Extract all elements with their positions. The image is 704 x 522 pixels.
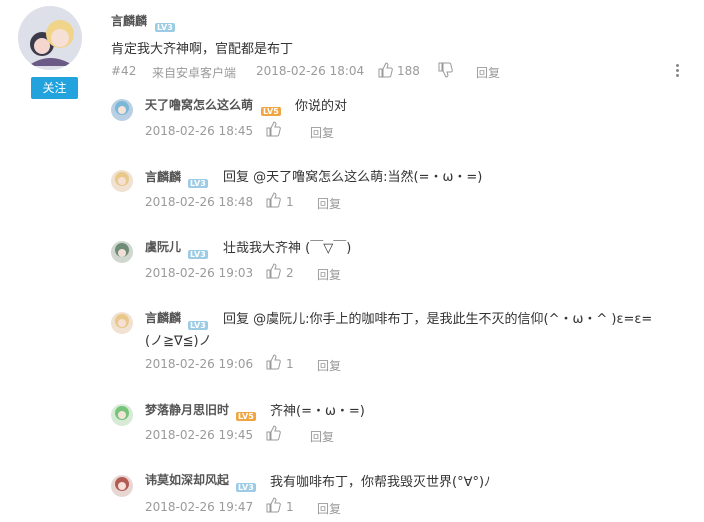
reply-content: 壮哉我大齐神 (￣▽￣) (223, 241, 352, 256)
reply-like-count: 2 (286, 266, 294, 280)
like-icon[interactable] (377, 62, 393, 78)
reply-content: 你说的对 (295, 99, 348, 114)
post-reply-button[interactable]: 回复 (476, 64, 500, 81)
reply-button[interactable]: 回复 (317, 195, 341, 212)
like-icon[interactable] (265, 121, 281, 137)
reply-level-badge: LV3 (188, 250, 208, 259)
follow-button[interactable]: 关注 (31, 77, 78, 99)
reply-level-badge: LV5 (236, 412, 256, 421)
reply-username[interactable]: 言麟麟 (145, 168, 181, 185)
reply-like-count: 1 (286, 500, 294, 514)
post-username[interactable]: 言麟麟 (111, 12, 147, 29)
reply-button[interactable]: 回复 (310, 428, 334, 445)
reply-avatar[interactable] (111, 475, 133, 497)
more-options-icon[interactable] (674, 63, 680, 79)
reply-time: 2018-02-26 19:47 (145, 500, 254, 514)
reply-time: 2018-02-26 19:06 (145, 357, 254, 371)
post-time: 2018-02-26 18:04 (256, 64, 365, 78)
reply-content-line1: 回复 @虞阮儿:你手上的咖啡布丁，是我此生不灭的信仰(^・ω・^ )ε=ε= (223, 312, 653, 327)
like-icon[interactable] (265, 425, 281, 441)
like-icon[interactable] (265, 263, 281, 279)
reply-avatar[interactable] (111, 99, 133, 121)
reply-content-line2: (ノ≧∇≦)ノ (145, 334, 212, 349)
post-like-count: 188 (397, 64, 420, 78)
post-avatar[interactable] (18, 6, 82, 70)
reply-username[interactable]: 讳莫如深却风起 (145, 471, 229, 488)
reply-time: 2018-02-26 19:45 (145, 428, 254, 442)
reply-button[interactable]: 回复 (317, 500, 341, 517)
reply-time: 2018-02-26 18:48 (145, 195, 254, 209)
reply-level-badge: LV5 (261, 107, 281, 116)
reply-button[interactable]: 回复 (310, 124, 334, 141)
reply-time: 2018-02-26 18:45 (145, 124, 254, 138)
reply-level-badge: LV3 (188, 179, 208, 188)
reply-content: 齐神(=・ω・=) (270, 404, 365, 419)
like-icon[interactable] (265, 354, 281, 370)
reply-button[interactable]: 回复 (317, 266, 341, 283)
reply-username[interactable]: 言麟麟 (145, 309, 181, 326)
post-content: 肯定我大齐神啊，官配都是布丁 (111, 42, 294, 57)
reply-username[interactable]: 虞阮儿 (145, 238, 181, 255)
like-icon[interactable] (265, 497, 281, 513)
post-floor: #42 (111, 64, 137, 78)
reply-avatar[interactable] (111, 312, 133, 334)
reply-username[interactable]: 梦落静月思旧时 (145, 401, 229, 418)
reply-time: 2018-02-26 19:03 (145, 266, 254, 280)
like-icon[interactable] (265, 192, 281, 208)
reply-like-count: 1 (286, 195, 294, 209)
reply-content: 回复 @天了噜窝怎么这么萌:当然(=・ω・=) (223, 170, 483, 185)
reply-avatar[interactable] (111, 170, 133, 192)
post-level-badge: LV3 (155, 23, 175, 32)
reply-content: 我有咖啡布丁，你帮我毁灭世界(°∀°)ﾉ (270, 475, 491, 490)
dislike-icon[interactable] (437, 62, 453, 78)
post-source: 来自安卓客户端 (152, 66, 237, 80)
reply-avatar[interactable] (111, 404, 133, 426)
reply-avatar[interactable] (111, 241, 133, 263)
reply-button[interactable]: 回复 (317, 357, 341, 374)
reply-like-count: 1 (286, 357, 294, 371)
reply-level-badge: LV3 (236, 483, 256, 492)
reply-username[interactable]: 天了噜窝怎么这么萌 (145, 96, 253, 113)
